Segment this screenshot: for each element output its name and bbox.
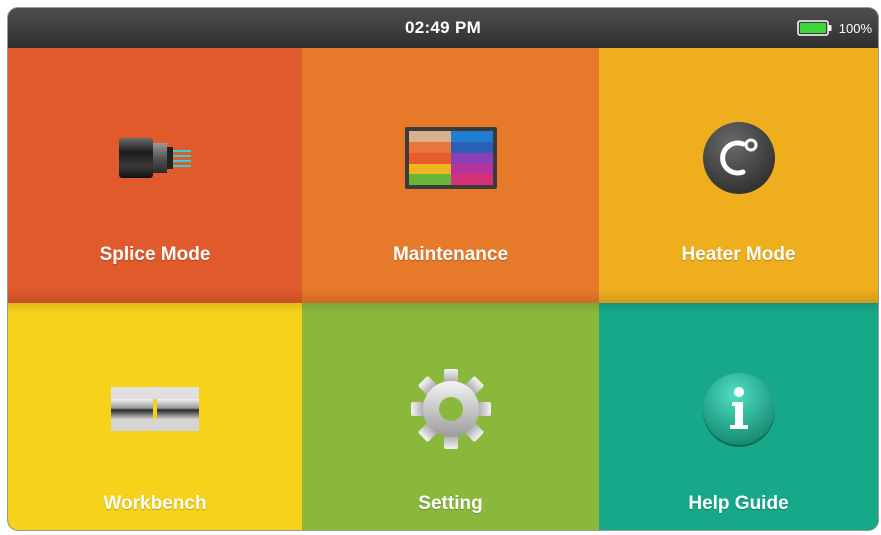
- maintenance-label: Maintenance: [392, 244, 509, 265]
- battery-percent: 100%: [838, 20, 872, 36]
- main-menu-grid: Splice Mode Maintenance Heater Mode Work…: [8, 48, 878, 530]
- info-icon: [689, 369, 789, 449]
- setting-tile[interactable]: Setting: [302, 303, 599, 530]
- help-guide-tile[interactable]: Help Guide: [599, 303, 878, 530]
- color-bars-icon: [401, 118, 501, 198]
- heater-mode-tile[interactable]: Heater Mode: [599, 48, 878, 303]
- gear-icon: [401, 369, 501, 449]
- fiber-alignment-icon: [105, 369, 205, 449]
- battery-indicator: 100%: [797, 20, 872, 36]
- workbench-tile[interactable]: Workbench: [8, 303, 302, 530]
- clock-time: 02:49 PM: [404, 18, 482, 37]
- battery-icon: [797, 20, 832, 36]
- help-guide-label: Help Guide: [688, 493, 789, 514]
- splice-mode-tile[interactable]: Splice Mode: [8, 48, 302, 303]
- workbench-label: Workbench: [103, 493, 207, 514]
- device-screen: 02:49 PM 100% Splice Mode Maintenance He…: [8, 8, 878, 530]
- heater-mode-label: Heater Mode: [681, 244, 796, 265]
- setting-label: Setting: [418, 493, 483, 514]
- fiber-connector-icon: [105, 118, 205, 198]
- status-bar: 02:49 PM 100%: [8, 8, 878, 48]
- temperature-celsius-icon: [689, 118, 789, 198]
- splice-mode-label: Splice Mode: [99, 244, 211, 265]
- maintenance-tile[interactable]: Maintenance: [302, 48, 599, 303]
